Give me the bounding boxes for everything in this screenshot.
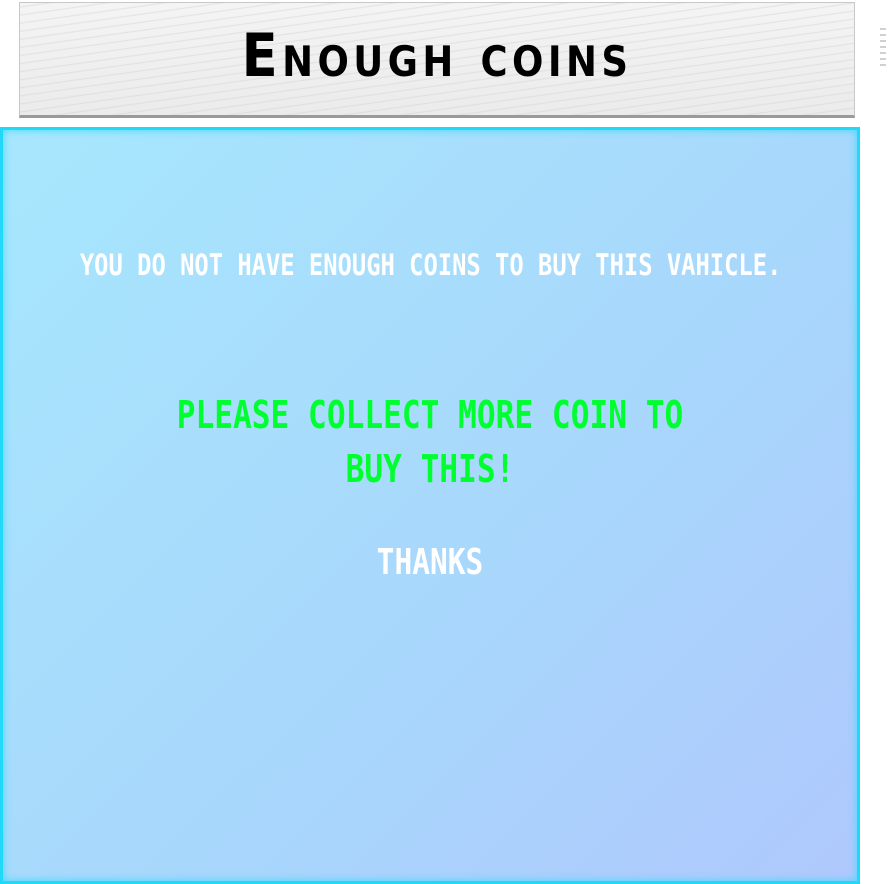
collect-coins-line-1: PLEASE COLLECT MORE COIN TO (176, 393, 684, 437)
collect-coins-line-2: BUY THIS! (345, 447, 515, 491)
thanks-text: THANKS (376, 542, 484, 583)
header-banner: Enough coins (19, 2, 855, 118)
decorative-edge-marks (880, 28, 886, 66)
message-panel: YOU DO NOT HAVE ENOUGH COINS TO BUY THIS… (0, 127, 860, 884)
collect-coins-prompt: PLEASE COLLECT MORE COIN TO BUY THIS! (80, 388, 780, 496)
page-title: Enough coins (241, 21, 633, 91)
insufficient-coins-message: YOU DO NOT HAVE ENOUGH COINS TO BUY THIS… (79, 248, 782, 282)
